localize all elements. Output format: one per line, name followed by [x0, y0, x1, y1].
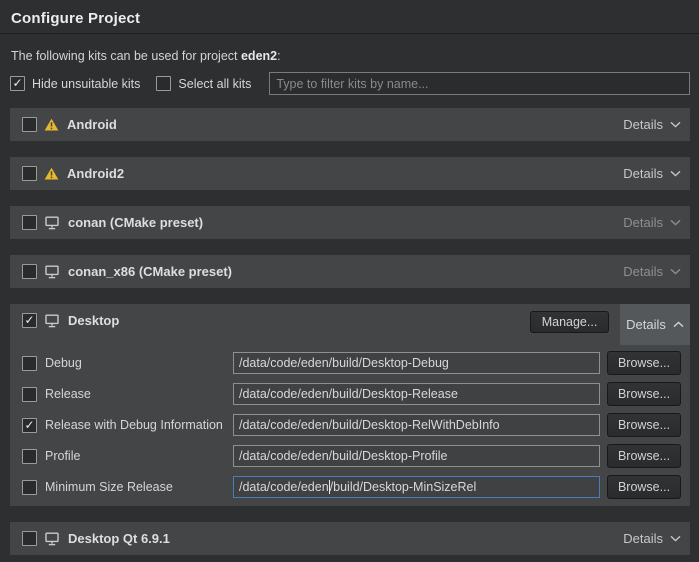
config-label: Release with Debug Information — [45, 418, 233, 432]
build-dir-path: /data/code/eden/build/Desktop-Release — [239, 387, 458, 401]
hide-unsuitable-label: Hide unsuitable kits — [32, 77, 140, 91]
details-toggle[interactable]: Details — [623, 531, 681, 546]
kit-row-android: Android Details — [10, 108, 690, 141]
details-toggle[interactable]: Details — [623, 215, 681, 230]
kit-row-android2: Android2 Details — [10, 157, 690, 190]
config-label: Profile — [45, 449, 233, 463]
kit-name: conan (CMake preset) — [68, 215, 203, 230]
details-label: Details — [623, 264, 663, 279]
config-label: Release — [45, 387, 233, 401]
browse-button[interactable]: Browse... — [607, 351, 681, 375]
kit-checkbox[interactable] — [22, 215, 37, 230]
warning-icon — [44, 118, 59, 131]
kit-checkbox[interactable] — [22, 531, 37, 546]
page-title: Configure Project — [10, 0, 690, 27]
chevron-down-icon — [670, 121, 681, 128]
build-config-row-release: Release /data/code/eden/build/Desktop-Re… — [22, 382, 681, 406]
build-config-row-relwithdebinfo: Release with Debug Information /data/cod… — [22, 413, 681, 437]
build-dir-path: /data/code/eden/build/Desktop-Debug — [239, 356, 449, 370]
details-toggle[interactable]: Details — [623, 264, 681, 279]
kit-row-conan-x86: conan_x86 (CMake preset) Details — [10, 255, 690, 288]
details-toggle[interactable]: Details — [623, 166, 681, 181]
details-toggle[interactable]: Details — [623, 117, 681, 132]
kit-section-desktop: Desktop Manage... Details Debug /data/co… — [10, 304, 690, 506]
build-dir-input[interactable]: /data/code/eden/build/Desktop-Debug — [233, 352, 600, 374]
kit-name: Desktop — [68, 313, 119, 328]
config-label: Debug — [45, 356, 233, 370]
chevron-down-icon — [670, 219, 681, 226]
build-dir-path: /data/code/eden/build/Desktop-RelWithDeb… — [239, 418, 500, 432]
build-dir-path: /data/code/eden — [239, 480, 329, 494]
config-checkbox[interactable] — [22, 387, 37, 402]
chevron-down-icon — [670, 170, 681, 177]
kit-checkbox[interactable] — [22, 264, 37, 279]
intro-text: The following kits can be used for proje… — [11, 49, 690, 63]
desktop-icon — [44, 264, 60, 279]
browse-button[interactable]: Browse... — [607, 475, 681, 499]
select-all-checkbox[interactable] — [156, 76, 171, 91]
build-config-row-minsizerel: Minimum Size Release /data/code/eden/bui… — [22, 475, 681, 499]
config-checkbox[interactable] — [22, 449, 37, 464]
kit-checkbox[interactable] — [22, 166, 37, 181]
kit-checkbox[interactable] — [22, 117, 37, 132]
title-separator — [0, 33, 699, 34]
details-label: Details — [623, 166, 663, 181]
browse-button[interactable]: Browse... — [607, 413, 681, 437]
chevron-up-icon — [673, 321, 684, 328]
browse-button[interactable]: Browse... — [607, 444, 681, 468]
details-toggle-expanded[interactable]: Details — [620, 304, 690, 345]
kit-row-desktop-qt: Desktop Qt 6.9.1 Details — [10, 522, 690, 555]
kit-row-conan: conan (CMake preset) Details — [10, 206, 690, 239]
chevron-down-icon — [670, 535, 681, 542]
desktop-icon — [44, 215, 60, 230]
kit-filter-bar: Hide unsuitable kits Select all kits — [10, 72, 690, 95]
build-dir-input-focused[interactable]: /data/code/eden/build/Desktop-MinSizeRel — [233, 476, 600, 498]
intro-suffix: : — [277, 49, 280, 63]
browse-button[interactable]: Browse... — [607, 382, 681, 406]
build-dir-input[interactable]: /data/code/eden/build/Desktop-Release — [233, 383, 600, 405]
details-label: Details — [623, 117, 663, 132]
config-checkbox[interactable] — [22, 418, 37, 433]
details-label: Details — [623, 215, 663, 230]
config-checkbox[interactable] — [22, 480, 37, 495]
kit-name: conan_x86 (CMake preset) — [68, 264, 232, 279]
desktop-icon — [44, 313, 60, 328]
manage-kits-button[interactable]: Manage... — [530, 311, 609, 333]
kit-name: Android2 — [67, 166, 124, 181]
build-config-row-debug: Debug /data/code/eden/build/Desktop-Debu… — [22, 351, 681, 375]
build-dir-path: /data/code/eden/build/Desktop-Profile — [239, 449, 447, 463]
config-checkbox[interactable] — [22, 356, 37, 371]
build-dir-path: /build/Desktop-MinSizeRel — [330, 480, 477, 494]
build-dir-input[interactable]: /data/code/eden/build/Desktop-Profile — [233, 445, 600, 467]
kit-filter-input[interactable] — [269, 72, 690, 95]
kit-checkbox[interactable] — [22, 313, 37, 328]
configure-project-page: Configure Project The following kits can… — [0, 0, 699, 555]
build-dir-input[interactable]: /data/code/eden/build/Desktop-RelWithDeb… — [233, 414, 600, 436]
desktop-icon — [44, 531, 60, 546]
project-name: eden2 — [241, 49, 277, 63]
config-label: Minimum Size Release — [45, 480, 233, 494]
details-label: Details — [626, 317, 666, 332]
chevron-down-icon — [670, 268, 681, 275]
details-label: Details — [623, 531, 663, 546]
intro-prefix: The following kits can be used for proje… — [11, 49, 241, 63]
warning-icon — [44, 167, 59, 180]
kit-name: Desktop Qt 6.9.1 — [68, 531, 170, 546]
hide-unsuitable-checkbox[interactable] — [10, 76, 25, 91]
kit-name: Android — [67, 117, 117, 132]
build-config-row-profile: Profile /data/code/eden/build/Desktop-Pr… — [22, 444, 681, 468]
select-all-label: Select all kits — [178, 77, 251, 91]
